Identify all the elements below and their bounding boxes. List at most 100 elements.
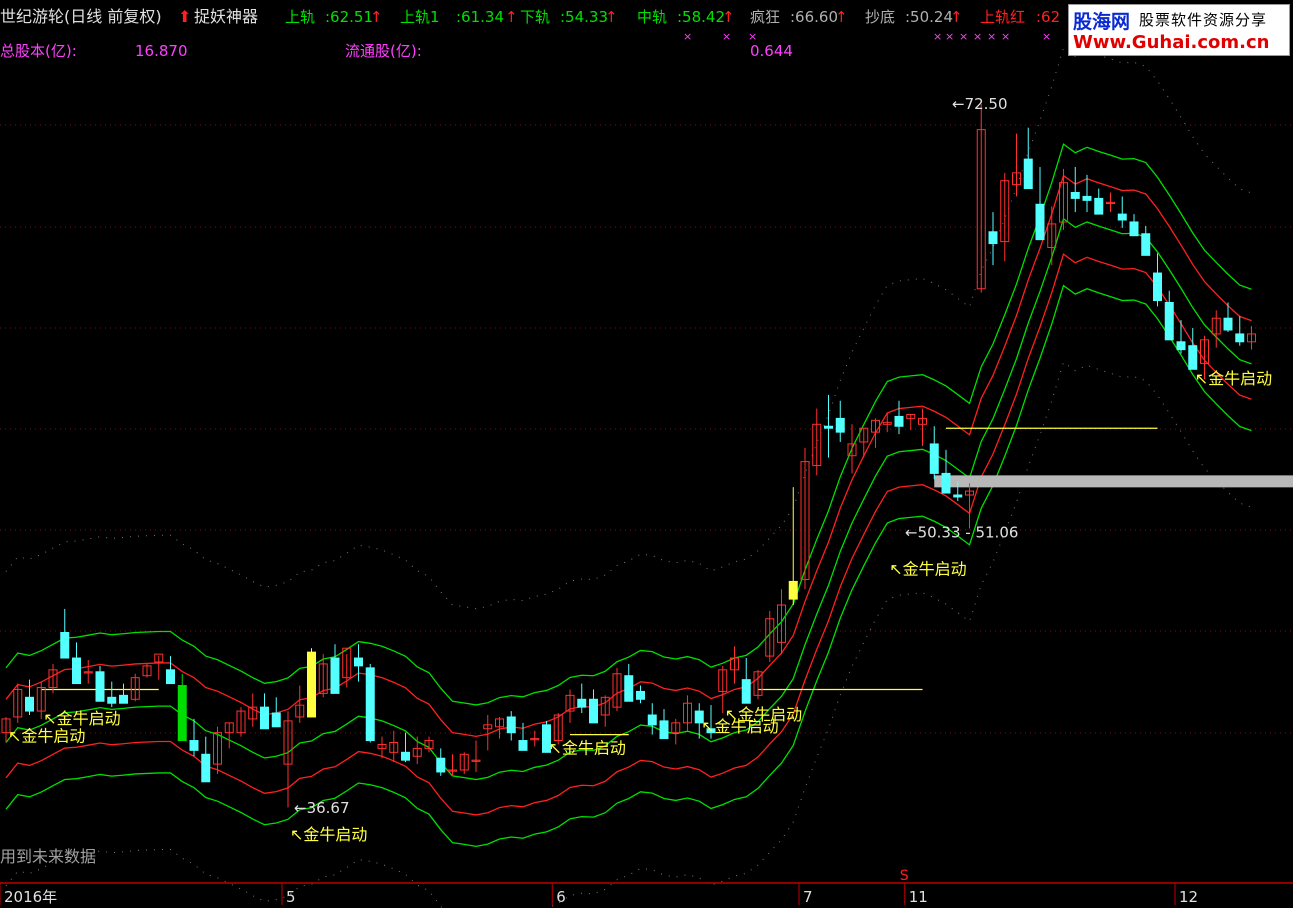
candle <box>730 646 739 684</box>
candle <box>307 648 316 718</box>
candle-body <box>589 698 598 724</box>
candle <box>1012 133 1021 197</box>
candle-body <box>1176 341 1186 351</box>
candle <box>636 685 645 704</box>
candle-body <box>260 706 269 730</box>
indicator-value: :54.33 <box>560 8 608 26</box>
candle-body <box>647 714 657 726</box>
candle-body <box>25 696 34 712</box>
candle-body <box>1141 233 1151 256</box>
candle <box>1106 192 1115 213</box>
price-annotation: ←72.50 <box>952 95 1008 113</box>
candle-body <box>988 231 998 245</box>
candle <box>777 589 786 655</box>
split-marker: S <box>900 868 909 884</box>
candle-body <box>824 425 833 429</box>
candle <box>60 608 70 659</box>
candle-body <box>929 443 939 474</box>
candle <box>1035 166 1045 241</box>
candle <box>941 449 951 494</box>
candle-body <box>624 675 634 702</box>
candle-body <box>1035 203 1045 241</box>
candle-body <box>107 696 117 704</box>
watermark-brand: 股海网 <box>1073 11 1131 33</box>
candle <box>612 667 622 712</box>
future-data-note: 用到未来数据 <box>0 847 96 866</box>
candle <box>1129 214 1139 237</box>
trend-arrow-icon: ↑ <box>950 8 963 26</box>
candle-body <box>506 716 516 734</box>
candle <box>859 427 869 458</box>
candle <box>659 709 669 740</box>
candle-body <box>1164 302 1174 341</box>
candle <box>824 394 833 458</box>
buy-signal-label: ↖金牛启动 <box>1195 369 1272 388</box>
candle <box>577 683 587 714</box>
buy-signal-label: ↖金牛启动 <box>290 825 367 844</box>
up-arrow-icon: ⬆ <box>178 7 191 26</box>
candle-body <box>741 679 751 704</box>
x-tick-label: 2016年 <box>4 888 57 906</box>
candle-body <box>518 740 528 751</box>
indicator-value: :62 <box>1036 8 1060 26</box>
candle <box>1141 225 1151 256</box>
candle <box>671 718 681 745</box>
indicator-label: 上轨红 <box>980 8 1025 26</box>
candle <box>1153 253 1162 307</box>
signal-marker-icon: × <box>722 30 731 43</box>
candlestick-chart[interactable]: ←72.50←36.67←50.33 - 51.06↖金牛启动↖金牛启动↖金牛启… <box>0 0 1293 908</box>
candle <box>1117 196 1127 228</box>
buy-signal-label: ↖金牛启动 <box>43 709 120 728</box>
trend-arrow-icon: ↑ <box>835 8 848 26</box>
candle-body <box>166 669 175 685</box>
indicator-value: :50.24 <box>905 8 953 26</box>
watermark-url: Www.Guhai.com.cn <box>1073 32 1270 53</box>
candle <box>1164 290 1174 341</box>
candle <box>95 665 105 702</box>
candle <box>130 673 140 702</box>
candle <box>389 730 399 763</box>
candle <box>1176 320 1186 354</box>
candle <box>201 736 211 783</box>
candle <box>365 663 375 743</box>
candle <box>1247 326 1256 350</box>
lower-envelope-dots <box>5 361 1252 908</box>
candle <box>1094 188 1104 215</box>
candle-body <box>1223 317 1233 331</box>
candle <box>412 736 422 765</box>
candle <box>107 681 117 708</box>
candle <box>1070 166 1080 213</box>
candle <box>530 730 540 747</box>
candle <box>1047 206 1057 266</box>
candle <box>871 418 880 448</box>
candle-body <box>271 712 281 728</box>
candle <box>1211 310 1221 348</box>
candle-body <box>401 751 410 761</box>
price-annotation: ←36.67 <box>294 799 350 817</box>
candle-body <box>60 632 70 659</box>
indicator-label: 上轨 <box>285 8 315 26</box>
candle-body <box>1094 197 1104 215</box>
candle <box>260 693 269 730</box>
candle <box>83 660 93 684</box>
candle-body <box>95 671 105 702</box>
candle <box>224 722 234 749</box>
x-tick-label: 12 <box>1179 888 1198 906</box>
candle-body <box>1188 345 1198 370</box>
indicator-label: 抄底 <box>865 8 895 26</box>
signal-marker-icon: × <box>987 30 996 43</box>
lower-band-line <box>5 253 1252 816</box>
indicator-label: 疯狂 <box>750 8 780 26</box>
upper-band-line <box>5 143 1252 706</box>
indicator-value: :58.42 <box>677 8 725 26</box>
signal-marker-icon: × <box>683 30 692 43</box>
candle <box>13 683 23 723</box>
trend-arrow-icon: ↑ <box>605 8 618 26</box>
x-tick-label: 6 <box>556 888 566 906</box>
candle <box>506 711 516 741</box>
indicator-value: :61.34 <box>456 8 504 26</box>
trend-arrow-icon: ↑ <box>505 8 518 26</box>
candle-body <box>1082 195 1092 201</box>
candle <box>166 656 175 685</box>
trend-arrow-icon: ↑ <box>722 8 735 26</box>
